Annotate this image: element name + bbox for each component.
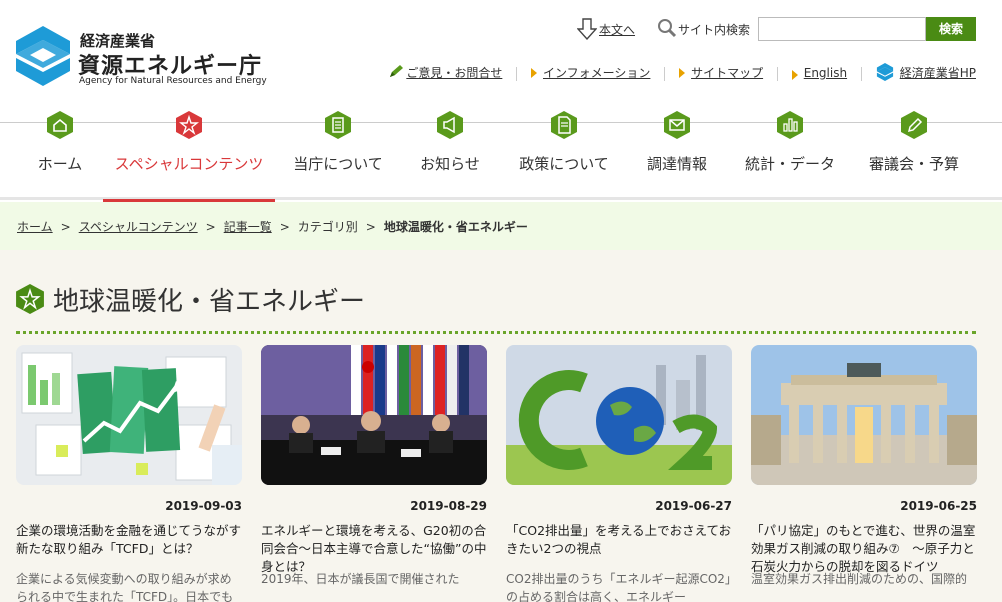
charts-on-desk-image — [16, 345, 242, 485]
article-title[interactable]: 「パリ協定」のもとで進む、世界の温室効果ガス削減の取り組み⑦ ～原子力と石炭火力… — [751, 522, 977, 576]
breadcrumb-separator: > — [205, 220, 216, 234]
page-heading: 地球温暖化・省エネルギー — [16, 280, 976, 320]
article-excerpt: CO2排出量のうち「エネルギー起源CO2」の占める割合は高く、エネルギー — [506, 572, 731, 602]
article-excerpt: 温室効果ガス排出削減のための、国際的 — [751, 572, 968, 586]
nav-label-council-budget: 審議会・予算 — [868, 155, 959, 173]
breadcrumb-separator: > — [365, 220, 376, 234]
search-icon — [658, 19, 677, 38]
skip-link-label: 本文へ — [599, 23, 636, 37]
meti-home-label: 経済産業省HP — [899, 66, 976, 80]
down-arrow-icon — [577, 18, 597, 40]
nav-label-statistics: 統計・データ — [744, 155, 835, 173]
article-date: 2019-06-27 — [655, 499, 732, 513]
article-date: 2019-09-03 — [165, 499, 242, 513]
article-card[interactable]: 2019-09-03 企業の環境活動を金融を通じてうながす新たな取り組み「TCF… — [16, 345, 242, 602]
english-link[interactable]: English — [791, 66, 847, 80]
information-link[interactable]: インフォメーション — [531, 64, 650, 81]
article-thumbnail[interactable] — [751, 345, 977, 485]
link-divider — [664, 66, 666, 81]
site-search-input[interactable] — [758, 17, 926, 41]
home-icon — [47, 111, 73, 139]
co2-globe-image — [506, 345, 732, 485]
pencil-icon — [390, 65, 404, 77]
bar-chart-icon — [777, 111, 803, 139]
nav-label-about-agency: 当庁について — [293, 155, 383, 173]
article-card[interactable]: 2019-06-25 「パリ協定」のもとで進む、世界の温室効果ガス削減の取り組み… — [751, 345, 977, 602]
breadcrumb-trail: ホーム > スペシャルコンテンツ > 記事一覧 > カテゴリ別 > 地球温暖化・省エネルギー — [17, 218, 528, 235]
pencil-icon — [901, 111, 927, 139]
nav-label-policy: 政策について — [519, 155, 609, 173]
breadcrumb-special-contents[interactable]: スペシャルコンテンツ — [79, 220, 198, 234]
breadcrumb-category: カテゴリ別 — [297, 220, 358, 234]
conference-meeting-image — [261, 345, 487, 485]
nav-item-about-agency[interactable]: 当庁について — [285, 111, 391, 199]
logo-mark-icon — [16, 26, 70, 86]
breadcrumb-home[interactable]: ホーム — [17, 220, 53, 234]
title-divider — [16, 331, 976, 334]
article-thumbnail[interactable] — [506, 345, 732, 485]
mail-icon — [664, 111, 690, 139]
article-thumbnail[interactable] — [261, 345, 487, 485]
megaphone-icon — [437, 111, 463, 139]
link-divider — [516, 66, 518, 81]
page-title: 地球温暖化・省エネルギー — [53, 287, 366, 317]
site-header: 経済産業省 資源エネルギー庁 Agency for Natural Resour… — [0, 0, 1002, 122]
article-date: 2019-06-25 — [900, 499, 977, 513]
nav-label-home: ホーム — [37, 155, 83, 173]
building-icon — [325, 111, 351, 139]
nav-item-statistics[interactable]: 統計・データ — [740, 111, 840, 199]
sitemap-link[interactable]: サイトマップ — [679, 64, 763, 81]
star-icon — [176, 111, 202, 139]
main-content: 地球温暖化・省エネルギー 2019-09-03 企業の環境活動を金融を通じてうな… — [0, 250, 1002, 602]
article-card[interactable]: 2019-08-29 エネルギーと環境を考える、G20初の合同会合～日本主導で合… — [261, 345, 487, 602]
opinion-contact-link[interactable]: ご意見・お問合せ — [388, 64, 502, 81]
utility-links: ご意見・お問合せ インフォメーション サイトマップ English 経済産業省H… — [378, 63, 976, 82]
article-excerpt: 企業による気候変動への取り組みが求められる中で生まれた「TCFD」。日本でも — [16, 572, 234, 602]
article-thumbnail[interactable] — [16, 345, 242, 485]
agency-logo[interactable]: 経済産業省 資源エネルギー庁 Agency for Natural Resour… — [16, 26, 267, 90]
article-excerpt: 2019年、日本が議長国で開催された — [261, 572, 460, 586]
site-search-label: サイト内検索 — [678, 23, 751, 37]
article-title[interactable]: 「CO2排出量」を考える上でおさえておきたい2つの視点 — [506, 522, 732, 558]
article-title[interactable]: 企業の環境活動を金融を通じてうながす新たな取り組み「TCFD」とは？ — [16, 522, 242, 558]
nav-item-special-contents[interactable]: スペシャルコンテンツ — [103, 111, 275, 202]
nav-item-home[interactable]: ホーム — [20, 111, 100, 199]
nav-item-policy[interactable]: 政策について — [506, 111, 622, 199]
logo-english-text: Agency for Natural Resources and Energy — [79, 76, 267, 86]
breadcrumb-current: 地球温暖化・省エネルギー — [383, 220, 528, 234]
global-nav: ホーム スペシャルコンテンツ 当庁について お知らせ 政策について 調達情報 統… — [0, 111, 1002, 202]
article-title[interactable]: エネルギーと環境を考える、G20初の合同会合～日本主導で合意した“協働”の中身と… — [261, 522, 487, 576]
breadcrumb-separator: > — [279, 220, 290, 234]
nav-item-news[interactable]: お知らせ — [406, 111, 494, 199]
opinion-contact-label: ご意見・お問合せ — [406, 66, 503, 80]
link-divider — [776, 66, 778, 81]
breadcrumb-article-list[interactable]: 記事一覧 — [224, 220, 272, 234]
breadcrumb-separator: > — [60, 220, 71, 234]
breadcrumb: ホーム > スペシャルコンテンツ > 記事一覧 > カテゴリ別 > 地球温暖化・省エネルギー — [0, 202, 1002, 250]
nav-item-council-budget[interactable]: 審議会・予算 — [860, 111, 968, 199]
link-divider — [860, 66, 862, 81]
meti-home-link[interactable]: 経済産業省HP — [876, 63, 976, 81]
star-badge-icon — [16, 284, 44, 314]
nav-label-special-contents: スペシャルコンテンツ — [114, 155, 264, 173]
article-card[interactable]: 2019-06-27 「CO2排出量」を考える上でおさえておきたい2つの視点 C… — [506, 345, 732, 602]
search-button[interactable]: 検索 — [926, 17, 976, 41]
nav-item-procurement[interactable]: 調達情報 — [636, 111, 718, 199]
nav-label-procurement: 調達情報 — [646, 155, 707, 173]
meti-logo-icon — [876, 63, 893, 81]
utility-top-bar: 本文へ サイト内検索 検索 — [562, 16, 1002, 44]
nav-label-news: お知らせ — [420, 155, 480, 173]
article-date: 2019-08-29 — [410, 499, 487, 513]
document-icon — [551, 111, 577, 139]
brandenburg-gate-image — [751, 345, 977, 485]
